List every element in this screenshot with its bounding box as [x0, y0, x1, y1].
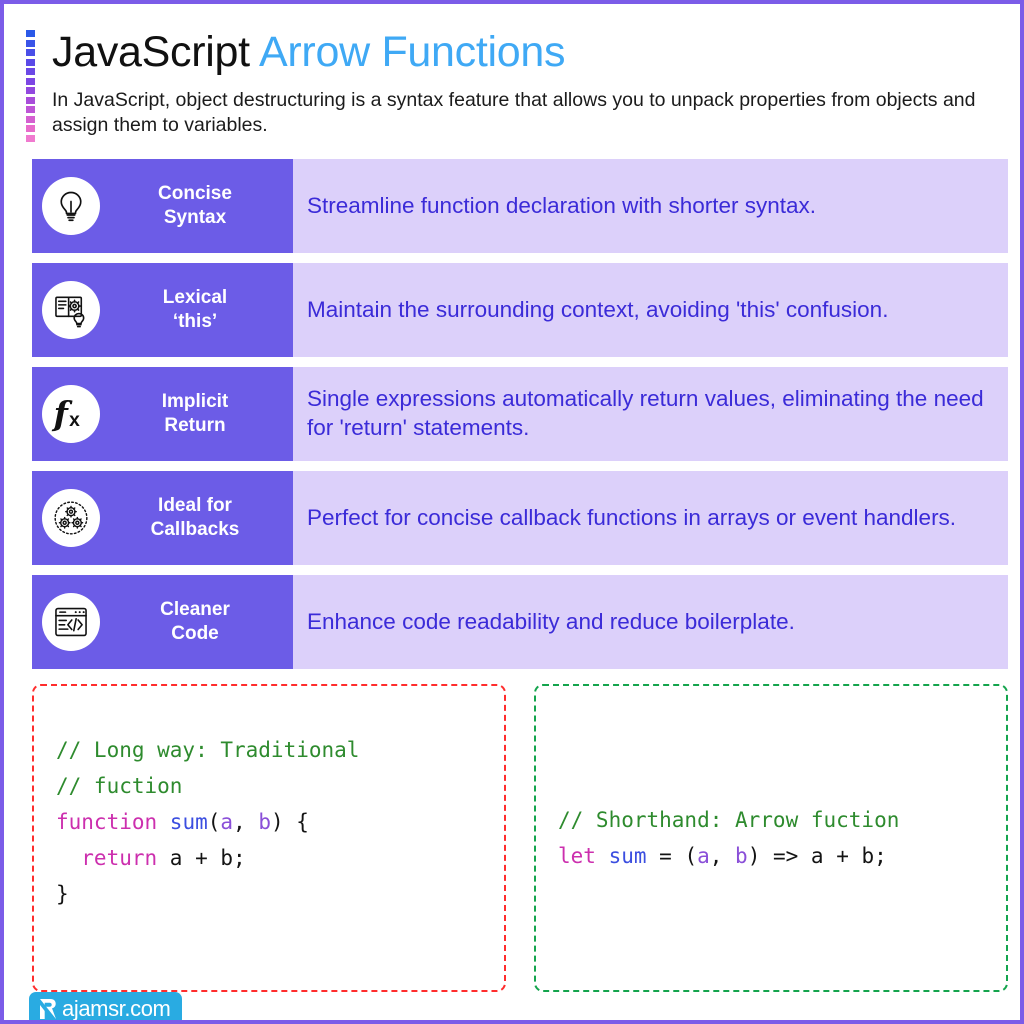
title-primary: JavaScript [52, 28, 250, 76]
code-token: ( [207, 810, 221, 835]
feature-desc-cell: Streamline function declaration with sho… [288, 159, 1008, 253]
code-token: return [56, 846, 170, 871]
code-token: b [258, 810, 271, 835]
feature-description: Perfect for concise callback functions i… [307, 504, 957, 530]
feature-row: Ideal for Callbacks Perfect for concise … [32, 471, 1008, 565]
feature-row: Cleaner Code Enhance code readability an… [32, 575, 1008, 669]
code-token: a [220, 810, 234, 835]
browser-code-icon [42, 593, 100, 651]
rail-dot [26, 77, 35, 85]
rail-dot [26, 30, 35, 37]
rail-dot [26, 115, 35, 123]
code-arrow-text: // Shorthand: Arrow fuction let sum = (a… [558, 802, 984, 874]
rail-dot [26, 125, 35, 133]
code-token: let [558, 844, 609, 868]
code-token: , [233, 810, 259, 835]
header: JavaScript Arrow Functions In JavaScript… [52, 28, 998, 138]
rail-dot [26, 106, 35, 114]
code-token: // Long way: Traditional [56, 738, 360, 762]
code-token: a + b; [169, 846, 246, 871]
feature-desc-cell: Maintain the surrounding context, avoidi… [288, 263, 1008, 357]
code-token: ) => a + b; [747, 844, 887, 868]
svg-text:x: x [69, 410, 80, 431]
function-fx-icon: f x [42, 385, 100, 443]
watermark-text: ajamsr.com [62, 996, 171, 1021]
feature-label: Concise Syntax [158, 182, 232, 228]
gears-circle-icon [42, 489, 100, 547]
infographic-page: JavaScript Arrow Functions In JavaScript… [0, 0, 1024, 1024]
code-token: function [56, 810, 170, 835]
code-token: ) { [271, 810, 309, 835]
page-title: JavaScript Arrow Functions [52, 28, 998, 76]
rail-dot [26, 134, 35, 142]
feature-description: Enhance code readability and reduce boil… [307, 608, 795, 634]
feature-label-cell: Cleaner Code [32, 575, 288, 669]
code-token: , [709, 844, 736, 868]
code-token: // fuction [56, 774, 183, 799]
code-token: a [697, 844, 710, 868]
rail-dot [26, 68, 35, 76]
feature-description: Streamline function declaration with sho… [307, 192, 816, 218]
feature-desc-cell: Perfect for concise callback functions i… [288, 471, 1008, 565]
code-block-traditional: // Long way: Traditional // fuction func… [32, 684, 506, 992]
code-token: sum [608, 844, 647, 868]
feature-label: Lexical ‘this’ [162, 286, 228, 332]
book-gear-lightbulb-icon [42, 281, 100, 339]
code-token: = ( [646, 844, 698, 868]
feature-label: Ideal for Callbacks [150, 494, 240, 540]
rajamsr-bookmark-logo [40, 999, 56, 1019]
code-token: sum [169, 810, 208, 835]
feature-list: Concise Syntax Streamline function decla… [32, 159, 1008, 679]
code-token: b [735, 844, 748, 868]
rail-dot [26, 58, 35, 66]
rail-dot [26, 96, 35, 104]
watermark-badge[interactable]: ajamsr.com [29, 992, 183, 1021]
feature-label-cell: f x Implicit Return [32, 367, 288, 461]
code-token: // Shorthand: Arrow fuction [558, 807, 900, 832]
rail-dot [26, 87, 35, 95]
code-token: } [56, 882, 69, 907]
feature-label: Cleaner Code [160, 598, 230, 644]
feature-desc-cell: Single expressions automatically return … [288, 367, 1008, 461]
code-traditional-text: // Long way: Traditional // fuction func… [56, 732, 482, 913]
feature-description: Maintain the surrounding context, avoidi… [307, 296, 889, 322]
feature-label-cell: Lexical ‘this’ [32, 263, 288, 357]
code-block-arrow: // Shorthand: Arrow fuction let sum = (a… [534, 684, 1008, 992]
feature-label: Implicit Return [161, 390, 229, 436]
feature-row: Concise Syntax Streamline function decla… [32, 159, 1008, 253]
title-accent: Arrow Functions [259, 28, 566, 76]
code-comparison: // Long way: Traditional // fuction func… [32, 684, 1008, 992]
feature-row: f x Implicit Return Single expressions a… [32, 367, 1008, 461]
feature-label-cell: Ideal for Callbacks [32, 471, 288, 565]
page-subtitle: In JavaScript, object destructuring is a… [52, 89, 976, 137]
feature-desc-cell: Enhance code readability and reduce boil… [288, 575, 1008, 669]
feature-label-cell: Concise Syntax [32, 159, 288, 253]
lightbulb-icon [42, 177, 100, 235]
rail-dot [26, 49, 35, 57]
rail-dot [26, 39, 35, 47]
feature-description: Single expressions automatically return … [307, 386, 984, 440]
dotted-gradient-rail [26, 30, 35, 142]
feature-row: Lexical ‘this’ Maintain the surrounding … [32, 263, 1008, 357]
